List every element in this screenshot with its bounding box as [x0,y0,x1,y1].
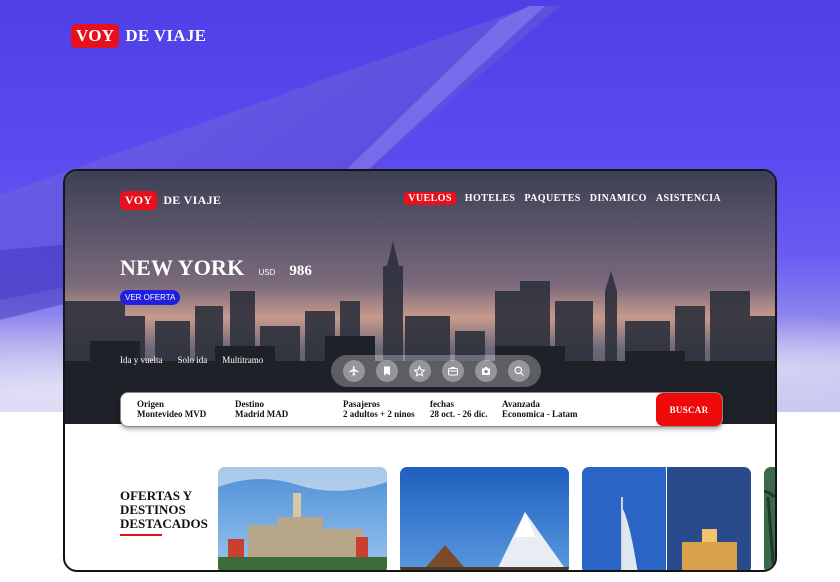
origin-value: Montevideo MVD [137,409,207,419]
offers-title-line: DESTINOS [120,502,186,517]
tab-round-trip[interactable]: Ida y vuelta [120,355,162,365]
offers-title-line: DESTACADOS [120,516,208,531]
porto-image [218,467,387,570]
flight-search-bar: Origen Montevideo MVD Destino Madrid MAD… [120,392,723,427]
plane-icon[interactable] [342,360,365,382]
hero-logo[interactable]: VOY DE VIAJE [120,191,221,210]
passengers-label: Pasajeros [343,399,380,409]
passengers-value: 2 adultos + 2 ninos [343,409,415,419]
destination-label: Destino [235,399,264,409]
nav-hoteles[interactable]: HOTELES [465,193,516,204]
nav-paquetes[interactable]: PAQUETES [524,193,580,204]
search-icon[interactable] [507,360,530,382]
logo-voy: VOY [71,24,120,48]
dates-field[interactable]: fechas 28 oct. - 26 dic. [430,399,488,419]
city-name: NEW YORK [120,255,245,280]
category-icon-bar [331,355,541,387]
origin-field[interactable]: Origen Montevideo MVD [137,399,206,419]
offers-section-title: OFERTAS Y DESTINOS DESTACADOS [120,489,208,531]
view-offer-button[interactable]: VER OFERTA [120,290,181,305]
destination-heading: NEW YORK USD 986 [120,255,312,281]
title-underline [120,534,162,536]
camera-icon[interactable] [474,360,497,382]
destination-card[interactable] [218,467,387,570]
trip-type-tabs: Ida y vuelta Solo ida Multitramo [120,355,263,365]
hero-logo-text: DE VIAJE [163,193,222,207]
star-icon[interactable] [408,360,431,382]
bookmark-icon[interactable] [375,360,398,382]
device-mockup: VOY DE VIAJE VUELOS HOTELES PAQUETES DIN… [63,169,777,572]
passengers-field[interactable]: Pasajeros 2 adultos + 2 ninos [343,399,415,419]
nav-asistencia[interactable]: ASISTENCIA [656,193,721,204]
origin-label: Origen [137,399,164,409]
price-value: 986 [289,263,312,279]
hero-logo-voy: VOY [120,191,158,210]
dates-label: fechas [430,399,454,409]
dubai-image [582,467,751,570]
nav-vuelos[interactable]: VUELOS [404,192,456,205]
destination-card[interactable] [400,467,569,570]
advanced-value: Economica - Latam [502,409,578,419]
site-logo[interactable]: VOY DE VIAJE [71,24,206,48]
mountain-image [400,467,569,570]
advanced-label: Avanzada [502,399,540,409]
destination-value: Madrid MAD [235,409,289,419]
nav-dinamico[interactable]: DINAMICO [590,193,647,204]
search-button[interactable]: BUSCAR [656,393,722,426]
tab-one-way[interactable]: Solo ida [177,355,207,365]
palm-image [764,467,775,570]
currency-label: USD [258,268,276,277]
main-nav: VUELOS HOTELES PAQUETES DINAMICO ASISTEN… [404,192,721,205]
tab-multi-city[interactable]: Multitramo [222,355,263,365]
advanced-field[interactable]: Avanzada Economica - Latam [502,399,578,419]
offers-title-line: OFERTAS Y [120,488,193,503]
dates-value: 28 oct. - 26 dic. [430,409,488,419]
destination-card[interactable] [582,467,751,570]
destination-card[interactable] [764,467,775,570]
briefcase-icon[interactable] [441,360,464,382]
logo-text: DE VIAJE [125,26,207,45]
destination-field[interactable]: Destino Madrid MAD [235,399,288,419]
